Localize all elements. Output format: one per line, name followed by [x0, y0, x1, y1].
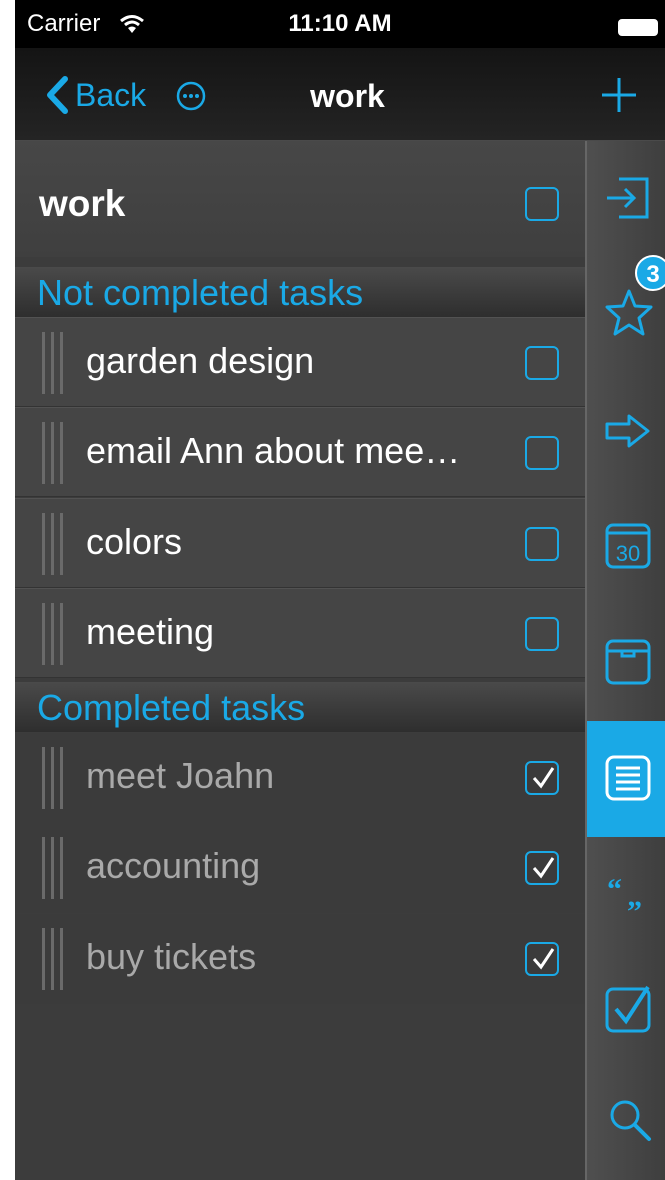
toolbar-lists[interactable] [587, 721, 665, 837]
drag-handle[interactable] [42, 747, 66, 809]
checkbox-icon [605, 985, 651, 1033]
task-label: meeting [86, 611, 215, 652]
task-label: garden design [86, 340, 315, 381]
add-icon[interactable] [600, 76, 638, 114]
svg-text:“: “ [607, 873, 622, 906]
nav-title: work [310, 78, 385, 114]
task-row[interactable]: meeting [15, 588, 585, 678]
task-label: accounting [86, 845, 261, 886]
checkmark-icon [532, 767, 555, 789]
drag-handle[interactable] [42, 603, 66, 665]
toolbar-archive[interactable] [587, 605, 665, 721]
battery-icon [618, 19, 658, 36]
side-toolbar: 3 30 “ ” [585, 141, 665, 1180]
task-checkbox[interactable] [525, 346, 559, 380]
inbox-icon [607, 177, 649, 219]
checkmark-icon [532, 948, 555, 970]
task-label: buy tickets [86, 936, 257, 977]
section-header-not-completed: Not completed tasks [15, 267, 585, 317]
task-row[interactable]: email Ann about mee… [15, 407, 585, 497]
drag-handle[interactable] [42, 837, 66, 899]
drag-handle[interactable] [42, 332, 66, 394]
toolbar-inbox[interactable] [587, 141, 665, 257]
toolbar-calendar[interactable]: 30 [587, 489, 665, 605]
section-title: Not completed tasks [37, 272, 364, 313]
task-checkbox[interactable] [525, 617, 559, 651]
task-label: email Ann about mee… [86, 430, 461, 471]
navigation-bar: Back work [15, 48, 665, 141]
task-row-completed[interactable]: buy tickets [15, 914, 585, 1004]
task-checkbox[interactable] [525, 436, 559, 470]
task-checkbox-checked[interactable] [525, 761, 559, 795]
task-label: meet Joahn [86, 755, 275, 796]
task-checkbox-checked[interactable] [525, 851, 559, 885]
svg-text:”: ” [627, 895, 642, 919]
list-checkbox[interactable] [525, 187, 559, 221]
archive-icon [605, 639, 651, 685]
clock: 11:10 AM [288, 10, 392, 37]
list-name: work [39, 183, 126, 224]
list-title-row: work [15, 141, 585, 257]
drag-handle[interactable] [42, 928, 66, 990]
calendar-day: 30 [616, 541, 640, 566]
task-label: colors [86, 521, 183, 562]
drag-handle[interactable] [42, 513, 66, 575]
status-bar: Carrier 11:10 AM [15, 0, 665, 48]
task-row-completed[interactable]: meet Joahn [15, 733, 585, 823]
task-row[interactable]: garden design [15, 317, 585, 407]
task-row[interactable]: colors [15, 498, 585, 588]
checkmark-icon [532, 857, 555, 879]
task-row-completed[interactable]: accounting [15, 823, 585, 913]
section-header-completed: Completed tasks [15, 682, 585, 732]
arrow-right-icon [605, 414, 650, 448]
search-icon [610, 1100, 651, 1141]
star-icon [605, 289, 653, 336]
drag-handle[interactable] [42, 422, 66, 484]
toolbar-starred[interactable]: 3 [587, 255, 665, 373]
list-icon [605, 755, 651, 801]
phone-screen: Carrier 11:10 AM Back work work Not comp… [15, 0, 665, 1180]
calendar-icon: 30 [605, 523, 651, 569]
task-checkbox[interactable] [525, 527, 559, 561]
star-badge: 3 [635, 255, 665, 291]
task-checkbox-checked[interactable] [525, 942, 559, 976]
toolbar-notes[interactable]: “ ” [587, 837, 665, 953]
task-list: work Not completed tasks garden design e… [15, 141, 585, 1180]
section-title: Completed tasks [37, 687, 306, 728]
toolbar-completed[interactable] [587, 953, 665, 1069]
toolbar-next[interactable] [587, 373, 665, 489]
quote-icon: “ ” [607, 873, 642, 919]
toolbar-search[interactable] [587, 1069, 665, 1180]
